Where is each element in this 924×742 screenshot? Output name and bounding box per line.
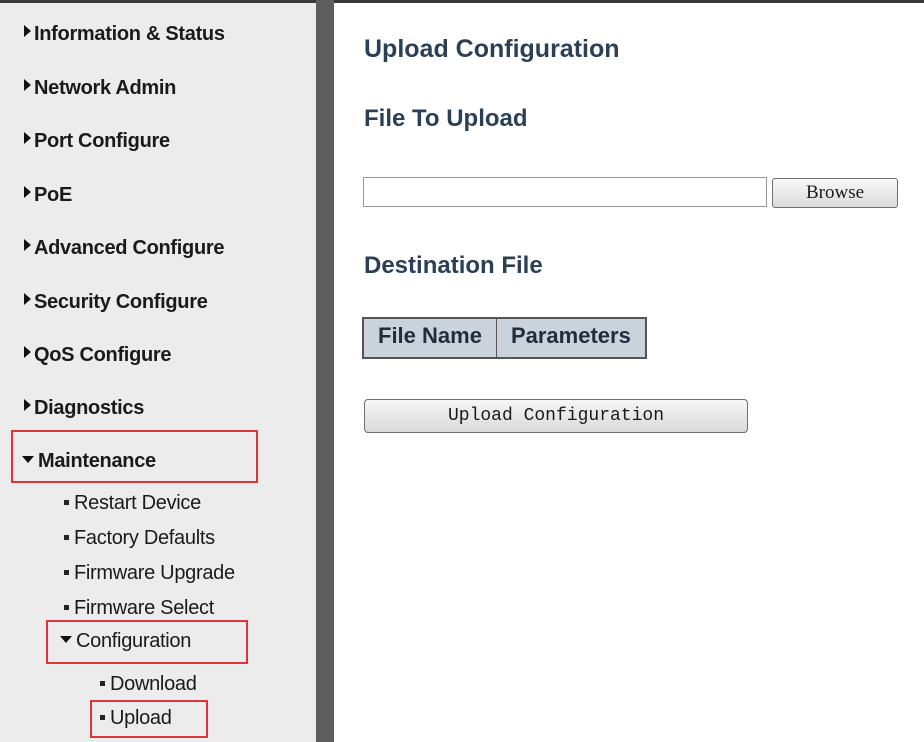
- browse-button[interactable]: Browse: [772, 178, 898, 208]
- sidebar-item-network-admin[interactable]: Network Admin: [24, 77, 176, 100]
- destination-table: File Name Parameters: [362, 317, 647, 359]
- sidebar-item-label: Network Admin: [34, 77, 177, 99]
- file-path-input[interactable]: [363, 177, 767, 207]
- sidebar-item-label: Diagnostics: [34, 397, 145, 419]
- caret-right-icon: [24, 79, 31, 91]
- table-header-row: File Name Parameters: [362, 317, 647, 359]
- sidebar-subitem-label: Download: [110, 673, 197, 695]
- page-title: Upload Configuration: [364, 35, 620, 63]
- sidebar-item-label: Maintenance: [38, 450, 156, 472]
- caret-right-icon: [24, 25, 31, 37]
- sidebar-item-label: Port Configure: [34, 130, 170, 152]
- sidebar-subitem-firmware-upgrade[interactable]: Firmware Upgrade: [64, 562, 235, 585]
- caret-right-icon: [24, 346, 31, 358]
- caret-down-icon: [22, 456, 34, 463]
- upload-configuration-button[interactable]: Upload Configuration: [364, 399, 748, 433]
- sidebar-item-maintenance[interactable]: Maintenance: [22, 450, 156, 473]
- sidebar-subitem-firmware-select[interactable]: Firmware Select: [64, 597, 214, 620]
- main-content: Upload Configuration File To Upload Brow…: [334, 3, 924, 742]
- sidebar-item-qos-configure[interactable]: QoS Configure: [24, 344, 172, 367]
- sidebar-item-label: Advanced Configure: [34, 237, 225, 259]
- sidebar-subitem-upload[interactable]: Upload: [100, 707, 172, 730]
- sidebar-subitem-label: Upload: [110, 707, 172, 729]
- sidebar-subitem-download[interactable]: Download: [100, 673, 197, 696]
- sidebar: Information & Status Network Admin Port …: [0, 3, 316, 742]
- bullet-icon: [64, 500, 69, 505]
- sidebar-item-label: PoE: [34, 184, 72, 206]
- sidebar-item-information-status[interactable]: Information & Status: [24, 23, 225, 46]
- sidebar-item-label: Information & Status: [34, 23, 225, 45]
- frame-splitter[interactable]: [316, 0, 334, 742]
- sidebar-subitem-label: Factory Defaults: [74, 527, 215, 549]
- bullet-icon: [100, 681, 105, 686]
- sidebar-item-label: QoS Configure: [34, 344, 172, 366]
- column-header-file-name: File Name: [362, 317, 497, 359]
- sidebar-item-label: Security Configure: [34, 291, 208, 313]
- page: Information & Status Network Admin Port …: [0, 0, 924, 742]
- bullet-icon: [64, 535, 69, 540]
- caret-right-icon: [24, 239, 31, 251]
- caret-right-icon: [24, 186, 31, 198]
- file-to-upload-heading: File To Upload: [364, 105, 528, 132]
- sidebar-subitem-factory-defaults[interactable]: Factory Defaults: [64, 527, 215, 550]
- sidebar-item-security-configure[interactable]: Security Configure: [24, 291, 208, 314]
- bullet-icon: [100, 715, 105, 720]
- sidebar-subitem-label: Restart Device: [74, 492, 201, 514]
- caret-right-icon: [24, 132, 31, 144]
- caret-right-icon: [24, 399, 31, 411]
- destination-file-heading: Destination File: [364, 252, 543, 279]
- sidebar-item-poe[interactable]: PoE: [24, 184, 72, 207]
- bullet-icon: [64, 570, 69, 575]
- sidebar-subitem-label: Configuration: [76, 630, 192, 652]
- caret-right-icon: [24, 293, 31, 305]
- column-header-parameters: Parameters: [495, 317, 647, 359]
- sidebar-subitem-label: Firmware Upgrade: [74, 562, 235, 584]
- sidebar-subitem-restart-device[interactable]: Restart Device: [64, 492, 201, 515]
- sidebar-subitem-label: Firmware Select: [74, 597, 214, 619]
- sidebar-subitem-configuration[interactable]: Configuration: [60, 630, 191, 653]
- sidebar-item-diagnostics[interactable]: Diagnostics: [24, 397, 144, 420]
- sidebar-item-port-configure[interactable]: Port Configure: [24, 130, 170, 153]
- bullet-icon: [64, 605, 69, 610]
- sidebar-item-advanced-configure[interactable]: Advanced Configure: [24, 237, 224, 260]
- caret-down-icon: [60, 636, 72, 643]
